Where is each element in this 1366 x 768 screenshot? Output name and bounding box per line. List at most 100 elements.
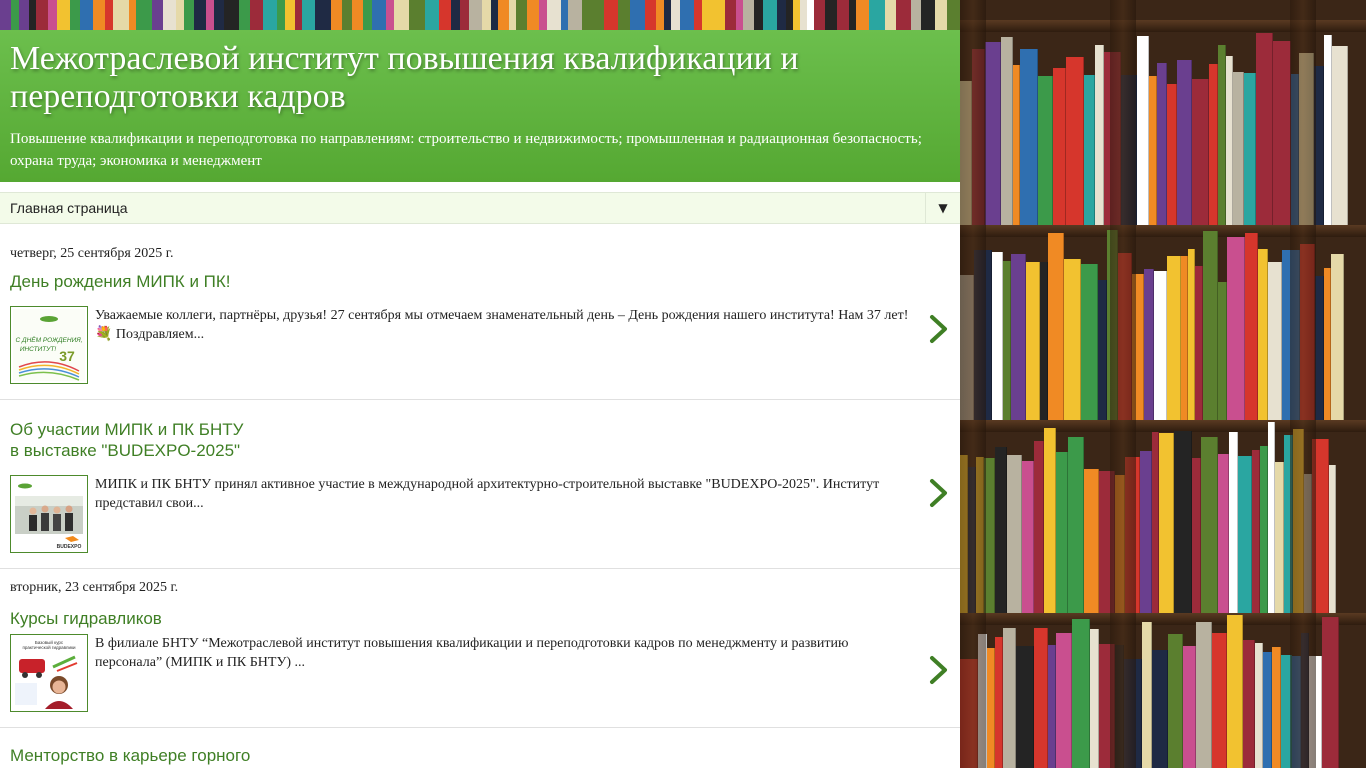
- book-spine: [1273, 41, 1291, 225]
- book-spine: [856, 0, 870, 30]
- book-spine: [910, 0, 922, 30]
- book-spine: [561, 0, 569, 30]
- book-spine: [1227, 615, 1243, 768]
- post-title-link[interactable]: Курсы гидравликов: [10, 608, 950, 629]
- book-spine: [1003, 628, 1016, 768]
- book-spine: [516, 0, 528, 30]
- book-spine: [1090, 629, 1099, 768]
- book-spine: [1157, 63, 1167, 225]
- book-spine: [1272, 647, 1281, 768]
- book-spine: [152, 0, 163, 30]
- book-spine: [1003, 261, 1011, 420]
- post-title-link[interactable]: Менторство в карьере горного: [10, 745, 950, 766]
- book-spine: [460, 0, 470, 30]
- birthday-card-thumbnail[interactable]: С ДНЁМ РОЖДЕНИЯ, ИНСТИТУТ! 37: [10, 306, 88, 384]
- book-spine: [1011, 254, 1026, 420]
- book-spine: [921, 0, 936, 30]
- book-spine: [482, 0, 491, 30]
- post-title-line: в выставке "BUDEXPO-2025": [10, 441, 241, 460]
- book-spine: [1068, 437, 1084, 613]
- book-spine: [1044, 428, 1056, 613]
- post-title-link[interactable]: День рождения МИПК и ПК!: [10, 271, 950, 292]
- book-spine: [1331, 254, 1344, 420]
- hydraulics-course-thumbnail[interactable]: Базовый курс практической гидравлики: [10, 634, 88, 712]
- book-spine: [371, 0, 386, 30]
- book-spine: [276, 0, 285, 30]
- post-snippet: В филиале БНТУ “Межотраслевой институт п…: [95, 636, 849, 670]
- post-snippet: Уважаемые коллеги, партнёры, друзья! 27 …: [95, 308, 909, 342]
- book-spine: [1226, 56, 1233, 225]
- book-spine: [1020, 49, 1038, 225]
- exhibition-photo-thumbnail[interactable]: BUDEXPO: [10, 475, 88, 553]
- svg-text:практической гидравлики: практической гидравлики: [22, 644, 76, 650]
- book-spine: [284, 0, 296, 30]
- post-date: вторник, 23 сентября 2025 г.: [10, 580, 179, 595]
- book-spine: [1016, 646, 1034, 768]
- book-spine: [438, 0, 451, 30]
- book-spine: [1275, 462, 1284, 613]
- svg-text:37: 37: [59, 348, 75, 364]
- chevron-right-icon[interactable]: [928, 478, 950, 508]
- book-spine: [603, 0, 612, 30]
- book-spine: [1034, 628, 1048, 768]
- book-spine: [785, 0, 793, 30]
- book-spine: [807, 0, 815, 30]
- book-spine: [611, 0, 619, 30]
- book-spine: [1201, 437, 1218, 613]
- book-spine: [1142, 622, 1152, 768]
- chevron-down-icon[interactable]: ▼: [925, 193, 960, 223]
- post-title-link[interactable]: Об участии МИПК и ПК БНТУ в выставке "BU…: [10, 419, 950, 461]
- book-spine: [1048, 233, 1064, 420]
- book-spine: [1209, 64, 1218, 225]
- book-spine: [848, 0, 857, 30]
- book-spine: [1218, 282, 1227, 420]
- page-nav-bar[interactable]: Главная страница ▼: [0, 192, 960, 224]
- book-spine: [869, 0, 885, 30]
- book-spine: [509, 0, 517, 30]
- chevron-right-icon[interactable]: [928, 655, 950, 685]
- book-spine: [80, 0, 94, 30]
- book-spine: [664, 0, 672, 30]
- book-spine: [895, 0, 911, 30]
- book-spine: [1072, 619, 1090, 768]
- book-spine: [735, 0, 743, 30]
- book-spine: [655, 0, 665, 30]
- bookshelf-image: [960, 0, 1366, 768]
- book-spine: [1167, 84, 1177, 225]
- book-spine: [630, 0, 645, 30]
- book-spine: [223, 0, 231, 30]
- book-spine: [1332, 46, 1348, 225]
- book-spine: [0, 0, 11, 30]
- book-spine: [935, 0, 947, 30]
- book-spine: [1268, 262, 1282, 420]
- book-spine: [1149, 76, 1157, 225]
- post-item: Менторство в карьере горного: [0, 745, 960, 766]
- book-spine: [1192, 79, 1209, 225]
- book-spine: [1084, 469, 1099, 613]
- book-spine: [671, 0, 680, 30]
- book-spine: [36, 0, 48, 30]
- book-spine: [10, 0, 19, 30]
- nav-current-page[interactable]: Главная страница: [0, 200, 925, 216]
- book-spine: [1212, 633, 1227, 768]
- book-spine: [814, 0, 825, 30]
- book-spine: [47, 0, 57, 30]
- book-spine: [594, 0, 604, 30]
- book-spine: [1243, 640, 1255, 768]
- book-spine: [1263, 652, 1272, 768]
- blog-title[interactable]: Межотраслевой институт повышения квалифи…: [10, 40, 950, 116]
- book-spine: [680, 0, 694, 30]
- book-spine: [1152, 650, 1168, 768]
- book-spine: [1181, 256, 1188, 420]
- book-spine: [206, 0, 214, 30]
- book-spine: [1038, 76, 1053, 225]
- chevron-right-icon[interactable]: [928, 314, 950, 344]
- post-item: вторник, 23 сентября 2025 г. Курсы гидра…: [0, 569, 960, 728]
- post-title-line: Менторство в карьере горного: [10, 746, 251, 765]
- post-snippet: МИПК и ПК БНТУ принял активное участие в…: [95, 477, 880, 511]
- book-spine: [352, 0, 364, 30]
- book-spine: [799, 0, 808, 30]
- book-spine: [1095, 45, 1104, 225]
- book-spine: [1238, 456, 1252, 613]
- book-spine: [693, 0, 702, 30]
